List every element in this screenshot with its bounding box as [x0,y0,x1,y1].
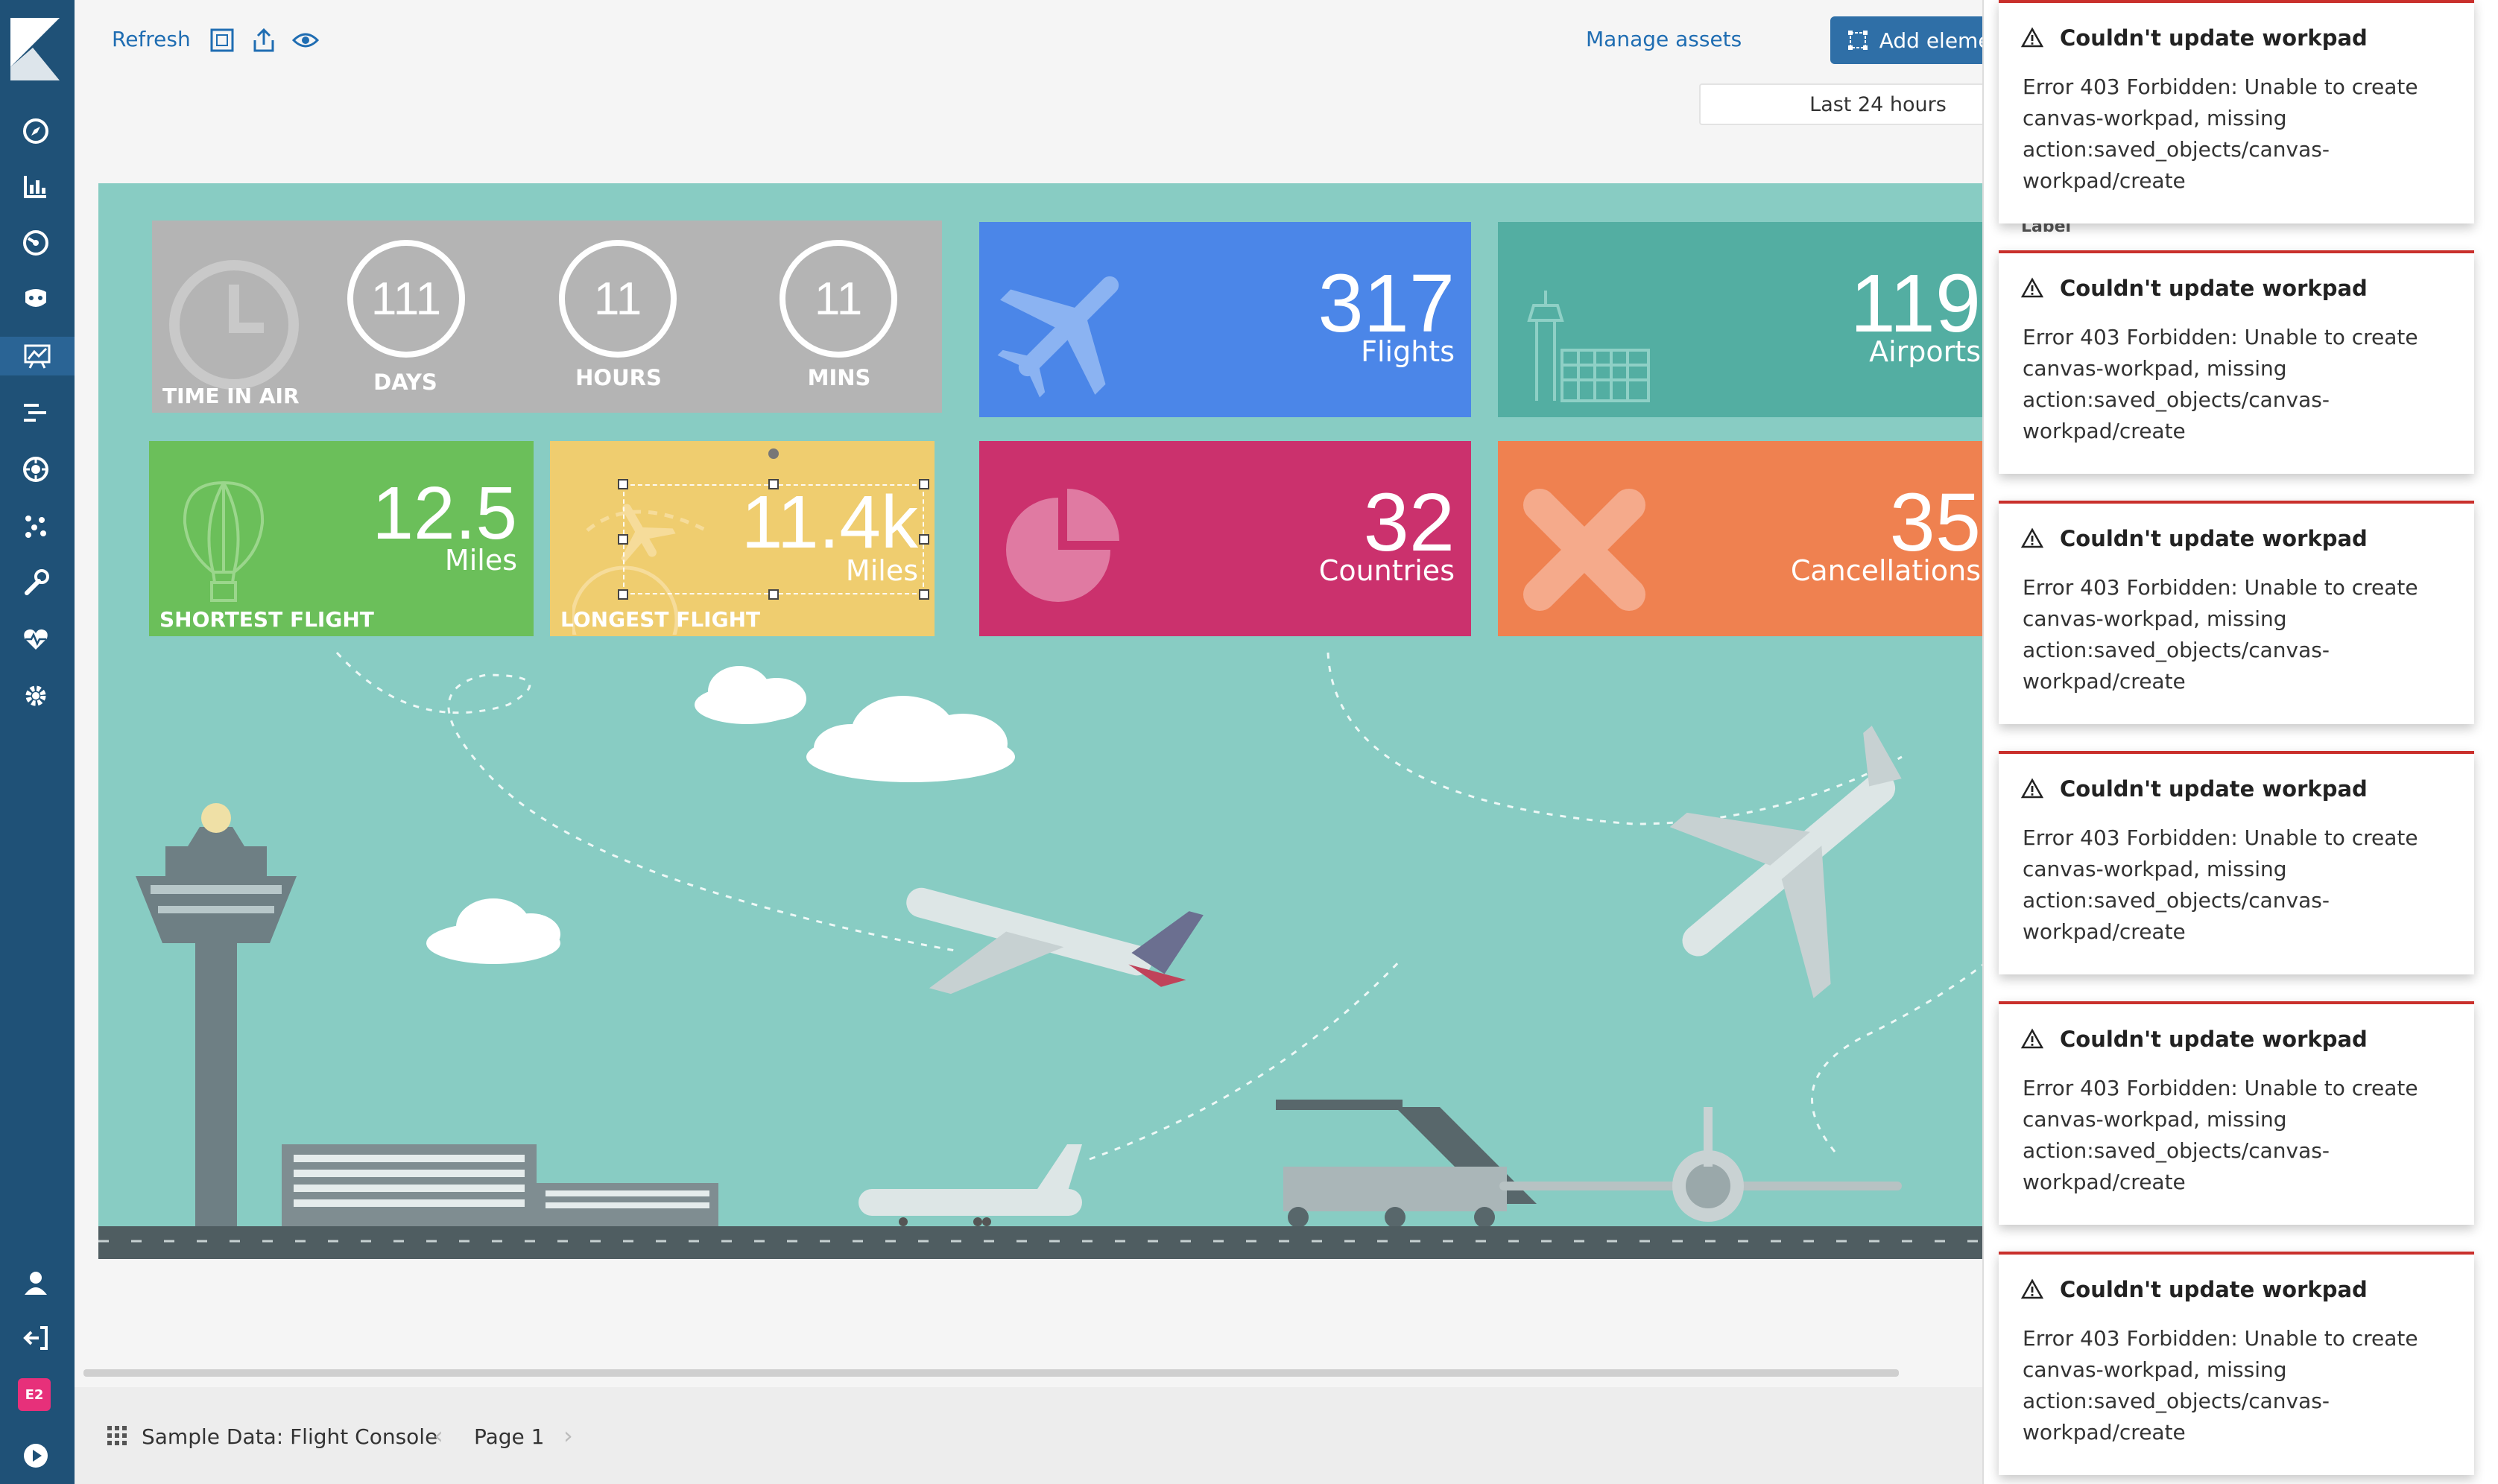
toast-message: Error 403 Forbidden: Unable to create ca… [2023,1326,2418,1445]
warning-icon [2021,778,2043,799]
time-in-air-caption: TIME IN AIR [162,384,300,408]
page-label[interactable]: Page 1 [474,1424,545,1449]
cancellations-label: Cancellations [1790,554,1981,587]
countries-tile[interactable]: 32 Countries [979,441,1471,636]
days-ring: 111 [347,240,465,358]
dev-tools-icon[interactable] [16,563,55,602]
airport-illustration [98,651,1991,1259]
canvas-icon[interactable] [0,337,75,375]
user-icon[interactable] [16,1263,55,1302]
mins-ring: 11 [780,240,897,358]
manage-assets-button[interactable]: Manage assets [1586,27,1742,51]
rotation-handle[interactable] [768,448,779,459]
resize-handle-mr[interactable] [919,534,929,545]
shortest-caption: SHORTEST FLIGHT [159,607,374,632]
workpad-name[interactable]: Sample Data: Flight Console [142,1424,437,1449]
hours-ring: 11 [559,240,677,358]
toast-title: Couldn't update workpad [2060,276,2368,301]
resize-handle-tr[interactable] [919,479,929,489]
toast-message: Error 403 Forbidden: Unable to create ca… [2023,1076,2418,1194]
resize-handle-tc[interactable] [768,479,779,489]
toast-title: Couldn't update workpad [2060,1027,2368,1052]
management-icon[interactable] [16,676,55,715]
warning-icon [2021,1278,2043,1299]
mins-label: MINS [807,365,871,390]
view-icon[interactable] [292,27,319,54]
fullscreen-icon[interactable] [209,27,235,54]
workpad-toolbar: Refresh Manage assets Add element Last 2… [75,0,2057,125]
next-page-icon[interactable]: › [563,1421,573,1450]
timelion-icon[interactable] [16,280,55,319]
warning-icon [2021,27,2043,48]
countries-label: Countries [1318,554,1455,587]
error-toast[interactable]: Couldn't update workpad Error 403 Forbid… [1999,1001,2474,1225]
shortest-unit: Miles [444,544,517,577]
resize-handle-bl[interactable] [618,589,628,600]
visualize-icon[interactable] [16,167,55,206]
error-toast[interactable]: Couldn't update workpad Error 403 Forbid… [1999,250,2474,474]
space-badge[interactable]: E2 [18,1378,51,1411]
hours-label: HOURS [575,365,662,390]
workpad-canvas[interactable]: 111 DAYS 11 HOURS 11 MINS TIME IN AIR 31… [98,183,1991,1259]
toast-title: Couldn't update workpad [2060,1277,2368,1302]
airport-tower-icon [1527,291,1650,402]
share-icon[interactable] [250,27,277,54]
infrastructure-icon[interactable] [16,450,55,489]
error-toast[interactable]: Couldn't update workpad Error 403 Forbid… [1999,501,2474,724]
airports-label: Airports [1869,335,1981,368]
flights-tile[interactable]: 317 Flights [979,222,1471,417]
apm-icon[interactable] [16,393,55,432]
toast-message: Error 403 Forbidden: Unable to create ca… [2023,825,2418,944]
kibana-logo[interactable] [10,18,60,80]
workpad-footer: Sample Data: Flight Console ‹ Page 1 › [75,1387,1982,1484]
warning-icon [2021,527,2043,548]
cancel-x-icon [1523,489,1645,611]
resize-handle-ml[interactable] [618,534,628,545]
toast-message: Error 403 Forbidden: Unable to create ca… [2023,325,2418,443]
error-toast[interactable]: Couldn't update workpad Error 403 Forbid… [1999,751,2474,974]
grid-icon[interactable] [106,1424,128,1447]
refresh-button[interactable]: Refresh [112,27,191,51]
error-toast[interactable]: Couldn't update workpad Error 403 Forbid… [1999,0,2474,223]
logout-icon[interactable] [16,1319,55,1357]
hot-air-balloon-icon [183,481,265,602]
toast-title: Couldn't update workpad [2060,526,2368,551]
toast-title: Couldn't update workpad [2060,25,2368,51]
shortest-flight-tile[interactable]: 12.5 Miles SHORTEST FLIGHT [149,441,534,636]
clock-icon [169,260,299,390]
warning-icon [2021,1028,2043,1049]
toast-message: Error 403 Forbidden: Unable to create ca… [2023,575,2418,694]
airplane-icon [997,276,1119,398]
pie-chart-icon [1006,489,1119,602]
error-toast[interactable]: Couldn't update workpad Error 403 Forbid… [1999,1252,2474,1475]
selection-box[interactable] [623,484,924,594]
ml-icon[interactable] [16,507,55,545]
sidebar-nav: E2 [0,0,75,1484]
cancellations-tile[interactable]: 35 Cancellations [1498,441,1991,636]
toast-title: Couldn't update workpad [2060,776,2368,802]
days-label: DAYS [373,370,437,395]
time-in-air-tile[interactable]: 111 DAYS 11 HOURS 11 MINS TIME IN AIR [152,221,942,413]
expand-nav-icon[interactable] [16,1436,55,1475]
add-element-icon [1847,31,1868,50]
toast-message: Error 403 Forbidden: Unable to create ca… [2023,74,2418,193]
warning-icon [2021,277,2043,298]
flights-label: Flights [1361,335,1455,368]
longest-caption: LONGEST FLIGHT [560,607,761,632]
prev-page-icon[interactable]: ‹ [434,1421,443,1450]
discover-icon[interactable] [16,112,55,150]
resize-handle-br[interactable] [919,589,929,600]
horizontal-scrollbar[interactable] [83,1369,1899,1377]
resize-handle-tl[interactable] [618,479,628,489]
monitoring-icon[interactable] [16,620,55,659]
resize-handle-bc[interactable] [768,589,779,600]
airports-tile[interactable]: 119 Airports [1498,222,1991,417]
dashboard-icon[interactable] [16,223,55,262]
